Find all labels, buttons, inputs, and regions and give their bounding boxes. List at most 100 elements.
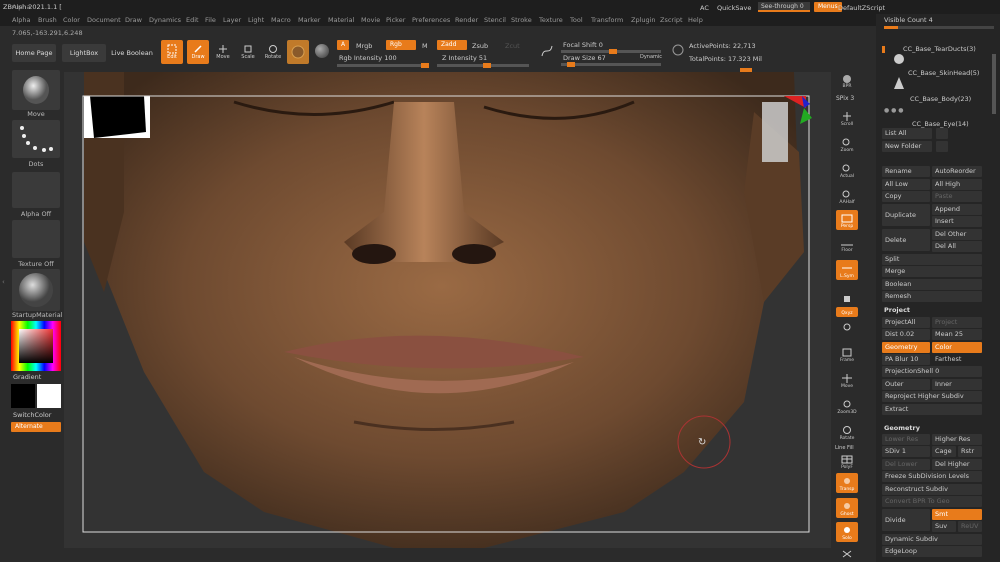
menu-marker[interactable]: Marker — [298, 16, 320, 24]
edgeloop-button[interactable]: EdgeLoop — [882, 546, 982, 557]
switch-color-button[interactable]: SwitchColor — [13, 411, 51, 419]
live-boolean-button[interactable]: Live Boolean — [110, 44, 154, 62]
focal-shift-label[interactable]: Focal Shift 0 — [563, 41, 603, 49]
del-lower-button[interactable]: Del Lower — [882, 459, 930, 470]
lower-res-button[interactable]: Lower Res — [882, 434, 930, 445]
default-zscript-button[interactable]: DefaultZScript — [838, 4, 885, 12]
menu-transform[interactable]: Transform — [591, 16, 623, 24]
menu-material[interactable]: Material — [328, 16, 354, 24]
menu-zplugin[interactable]: Zplugin — [631, 16, 656, 24]
rgb-intensity-label[interactable]: Rgb Intensity 100 — [339, 54, 397, 62]
insert-button[interactable]: Insert — [932, 216, 982, 227]
see-through-slider[interactable]: See-through 0 — [758, 2, 810, 12]
menu-macro[interactable]: Macro — [271, 16, 291, 24]
xyz-button[interactable]: Qxyz — [836, 307, 858, 317]
local-button[interactable] — [836, 320, 858, 334]
geometry-toggle[interactable]: Geometry — [882, 342, 930, 353]
menu-zscript[interactable]: Zscript — [660, 16, 683, 24]
subtool-item[interactable]: CC_Base_TearDucts(3) — [903, 45, 976, 53]
brush-preview[interactable] — [287, 40, 309, 64]
ghost-button[interactable]: Ghost — [836, 498, 858, 518]
menu-picker[interactable]: Picker — [386, 16, 405, 24]
color-picker[interactable] — [11, 321, 61, 371]
menu-edit[interactable]: Edit — [186, 16, 199, 24]
dist-slider[interactable]: Dist 0.02 — [882, 329, 930, 340]
convert-bpr-button[interactable]: Convert BPR To Geo — [882, 496, 982, 507]
project-all-button[interactable]: ProjectAll — [882, 317, 930, 328]
all-low-button[interactable]: All Low — [882, 179, 930, 190]
actual-button[interactable]: Actual — [836, 160, 858, 180]
z-intensity-slider[interactable] — [437, 63, 529, 68]
visible-count-slider[interactable] — [884, 26, 994, 29]
material-sphere-icon[interactable] — [315, 44, 329, 58]
m-button[interactable]: M — [422, 42, 428, 50]
canvas-viewport[interactable]: ↻ — [64, 72, 831, 548]
subtool-item[interactable]: CC_Base_SkinHead(5) — [908, 69, 979, 77]
menu-tool[interactable]: Tool — [570, 16, 583, 24]
boolean-button[interactable]: Boolean — [882, 279, 982, 290]
persp-button[interactable]: Persp — [836, 210, 858, 230]
material-slot[interactable] — [12, 269, 60, 311]
reconstruct-subdiv-button[interactable]: Reconstruct Subdiv — [882, 484, 982, 495]
higher-res-button[interactable]: Higher Res — [932, 434, 982, 445]
focal-shift-slider[interactable] — [561, 49, 661, 54]
texture-slot[interactable] — [12, 220, 60, 258]
rotate-view-button[interactable]: Rotate — [836, 422, 858, 442]
menu-render[interactable]: Render — [455, 16, 478, 24]
lightbox-button[interactable]: LightBox — [62, 44, 106, 62]
main-color-swatch[interactable] — [11, 384, 35, 408]
remesh-button[interactable]: Remesh — [882, 291, 982, 302]
color-toggle[interactable]: Color — [932, 342, 982, 353]
arrow-down-button[interactable] — [936, 141, 948, 152]
floor-button[interactable]: Floor — [836, 234, 858, 254]
scale-button[interactable]: Scale — [237, 40, 259, 64]
aahalf-button[interactable]: AAHalf — [836, 186, 858, 206]
menu-stencil[interactable]: Stencil — [484, 16, 506, 24]
solo-button[interactable]: Solo — [836, 522, 858, 542]
rotate-button[interactable]: Rotate — [262, 40, 284, 64]
move-button[interactable]: Move — [212, 40, 234, 64]
project-section-header[interactable]: Project — [884, 306, 910, 314]
shelf-arrow-icon[interactable]: ‹ — [2, 278, 5, 286]
del-all-button[interactable]: Del All — [932, 241, 982, 252]
menu-document[interactable]: Document — [87, 16, 121, 24]
polyf-button[interactable]: PolyF — [836, 451, 858, 471]
brush-slot[interactable] — [12, 70, 60, 110]
zoom-button[interactable]: Zoom — [836, 134, 858, 154]
scroll-button[interactable]: Scroll — [836, 108, 858, 128]
arrow-up-button[interactable] — [936, 128, 948, 139]
dynamic-subdiv-button[interactable]: Dynamic Subdiv — [882, 534, 982, 545]
cage-button[interactable]: Cage — [932, 446, 956, 457]
menu-dynamics[interactable]: Dynamics — [149, 16, 181, 24]
zcut-button[interactable]: Zcut — [505, 42, 520, 50]
sdiv-slider[interactable]: SDiv 1 — [882, 446, 930, 457]
del-other-button[interactable]: Del Other — [932, 229, 982, 240]
extract-button[interactable]: Extract — [882, 404, 982, 415]
alpha-slot[interactable] — [12, 172, 60, 208]
farthest-button[interactable]: Farthest — [932, 354, 982, 365]
delete-button[interactable]: Delete — [882, 229, 930, 251]
merge-button[interactable]: Merge — [882, 266, 982, 277]
split-button[interactable]: Split — [882, 254, 982, 265]
zsub-button[interactable]: Zsub — [472, 42, 488, 50]
rstr-button[interactable]: Rstr — [958, 446, 982, 457]
home-page-button[interactable]: Home Page — [12, 44, 56, 62]
inner-button[interactable]: Inner — [932, 379, 982, 390]
menu-brush[interactable]: Brush — [38, 16, 57, 24]
divide-button[interactable]: Divide — [882, 509, 930, 531]
menu-layer[interactable]: Layer — [223, 16, 241, 24]
lsym-button[interactable]: L.Sym — [836, 260, 858, 280]
menu-light[interactable]: Light — [248, 16, 264, 24]
menu-color[interactable]: Color — [63, 16, 80, 24]
dynamic-toggle[interactable]: Dynamic — [640, 54, 662, 60]
secondary-color-swatch[interactable] — [37, 384, 61, 408]
projection-shell-slider[interactable]: ProjectionShell 0 — [882, 366, 982, 377]
duplicate-button[interactable]: Duplicate — [882, 204, 930, 226]
z-intensity-label[interactable]: Z Intensity 51 — [442, 54, 487, 62]
rgb-intensity-slider[interactable] — [337, 63, 429, 68]
menu-file[interactable]: File — [205, 16, 216, 24]
a-button[interactable]: A — [337, 40, 350, 50]
lock-button[interactable] — [836, 284, 858, 304]
subtool-item[interactable]: CC_Base_Body(23) — [910, 95, 971, 103]
outer-button[interactable]: Outer — [882, 379, 930, 390]
